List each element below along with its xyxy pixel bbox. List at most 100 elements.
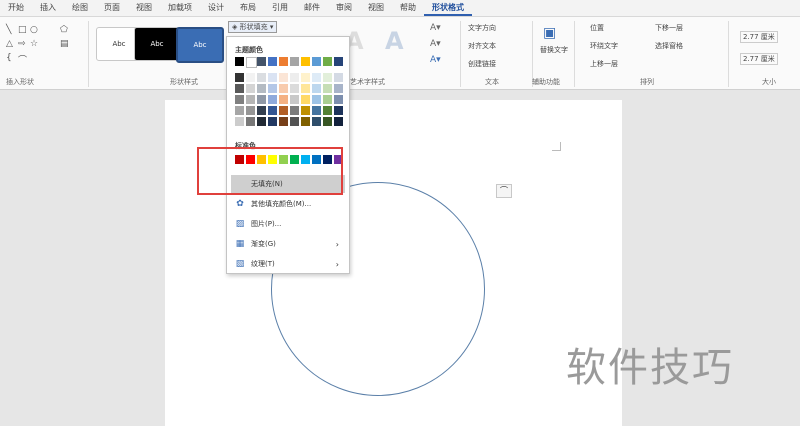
wordart-a-2[interactable]: A (385, 27, 404, 55)
theme-color-shade-swatch[interactable] (323, 73, 332, 82)
theme-color-swatch[interactable] (279, 57, 288, 66)
theme-color-shade-swatch[interactable] (268, 106, 277, 115)
wrap-text-button[interactable]: 环绕文字 (590, 41, 618, 51)
more-fill-colors-item[interactable]: ✿ 其他填充颜色(M)... (231, 195, 345, 213)
theme-color-shade-swatch[interactable] (235, 106, 244, 115)
shape-height-field[interactable]: 2.77 厘米 (740, 31, 778, 43)
theme-color-shade-swatch[interactable] (301, 106, 310, 115)
text-effects-icon[interactable]: A▾ (430, 55, 441, 65)
theme-color-shade-swatch[interactable] (301, 117, 310, 126)
tab-design[interactable]: 设计 (200, 0, 232, 16)
texture-fill-item[interactable]: ▧ 纹理(T) › (231, 255, 345, 273)
theme-color-shade-swatch[interactable] (279, 95, 288, 104)
shape-star-icon[interactable]: ☆ (30, 39, 38, 49)
theme-color-shade-swatch[interactable] (279, 106, 288, 115)
picture-fill-item[interactable]: ▨ 图片(P)... (231, 215, 345, 233)
theme-color-swatch[interactable] (334, 57, 343, 66)
tab-page[interactable]: 页面 (96, 0, 128, 16)
theme-color-swatch[interactable] (290, 57, 299, 66)
text-direction-button[interactable]: 文字方向 (468, 23, 496, 33)
theme-color-shade-swatch[interactable] (290, 117, 299, 126)
text-outline-icon[interactable]: A▾ (430, 39, 441, 49)
theme-color-shade-swatch[interactable] (334, 117, 343, 126)
shape-brace-icon[interactable]: { (6, 53, 12, 63)
theme-color-shade-swatch[interactable] (268, 95, 277, 104)
theme-color-shade-swatch[interactable] (334, 84, 343, 93)
theme-color-shade-swatch[interactable] (235, 73, 244, 82)
theme-color-shade-swatch[interactable] (257, 73, 266, 82)
text-fill-icon[interactable]: A▾ (430, 23, 441, 33)
shape-rect-icon[interactable]: □ (18, 25, 27, 35)
theme-color-swatch[interactable] (268, 57, 277, 66)
theme-color-shade-swatch[interactable] (312, 106, 321, 115)
theme-color-shade-swatch[interactable] (301, 84, 310, 93)
theme-color-shade-swatch[interactable] (279, 73, 288, 82)
shape-oval-icon[interactable]: ○ (30, 25, 38, 35)
tab-home[interactable]: 开始 (0, 0, 32, 16)
theme-color-shade-swatch[interactable] (290, 73, 299, 82)
theme-color-shade-swatch[interactable] (334, 73, 343, 82)
theme-color-shade-swatch[interactable] (312, 73, 321, 82)
shape-curve-icon[interactable]: ⌒ (18, 53, 27, 66)
shape-triangle-icon[interactable]: △ (6, 39, 13, 49)
shape-arrow-icon[interactable]: ⇨ (18, 39, 26, 49)
theme-color-shade-swatch[interactable] (290, 106, 299, 115)
send-backward-button[interactable]: 下移一层 (655, 23, 683, 33)
theme-color-shade-swatch[interactable] (301, 73, 310, 82)
theme-color-swatch[interactable] (312, 57, 321, 66)
create-link-button[interactable]: 创建链接 (468, 59, 496, 69)
theme-color-shade-swatch[interactable] (235, 95, 244, 104)
theme-color-shade-swatch[interactable] (235, 117, 244, 126)
theme-color-shade-swatch[interactable] (312, 117, 321, 126)
tab-view[interactable]: 视图 (128, 0, 160, 16)
theme-color-shade-swatch[interactable] (290, 84, 299, 93)
theme-color-shade-swatch[interactable] (257, 84, 266, 93)
theme-color-shade-swatch[interactable] (246, 95, 255, 104)
tab-references[interactable]: 引用 (264, 0, 296, 16)
theme-color-swatch[interactable] (323, 57, 332, 66)
theme-color-shade-swatch[interactable] (323, 95, 332, 104)
tab-insert[interactable]: 插入 (32, 0, 64, 16)
theme-color-shade-swatch[interactable] (268, 84, 277, 93)
position-button[interactable]: 位置 (590, 23, 604, 33)
theme-color-shade-swatch[interactable] (312, 84, 321, 93)
selection-pane-button[interactable]: 选择窗格 (655, 41, 683, 51)
shape-style-blue[interactable]: Abc (176, 27, 224, 63)
theme-color-shade-swatch[interactable] (257, 106, 266, 115)
shape-style-black[interactable]: Abc (134, 27, 180, 61)
theme-color-shade-swatch[interactable] (279, 117, 288, 126)
theme-color-shade-swatch[interactable] (323, 84, 332, 93)
theme-color-swatch[interactable] (246, 57, 257, 68)
theme-color-shade-swatch[interactable] (235, 84, 244, 93)
align-text-button[interactable]: 对齐文本 (468, 41, 496, 51)
textbox-icon[interactable]: ▤ (60, 39, 69, 49)
theme-color-shade-swatch[interactable] (257, 95, 266, 104)
theme-color-shade-swatch[interactable] (323, 117, 332, 126)
shape-line-icon[interactable]: ╲ (6, 25, 11, 35)
theme-color-swatch[interactable] (301, 57, 310, 66)
shape-width-field[interactable]: 2.77 厘米 (740, 53, 778, 65)
theme-color-swatch[interactable] (257, 57, 266, 66)
theme-color-shade-swatch[interactable] (323, 106, 332, 115)
theme-color-shade-swatch[interactable] (268, 117, 277, 126)
theme-color-shade-swatch[interactable] (290, 95, 299, 104)
tab-addins[interactable]: 加载项 (160, 0, 200, 16)
tab-draw[interactable]: 绘图 (64, 0, 96, 16)
tab-view-2[interactable]: 视图 (360, 0, 392, 16)
alt-text-button[interactable]: 替换文字 (540, 45, 568, 55)
theme-color-shade-swatch[interactable] (246, 106, 255, 115)
gradient-fill-item[interactable]: ▦ 渐变(G) › (231, 235, 345, 253)
edit-shape-icon[interactable]: ⬠ (60, 25, 68, 35)
theme-color-shade-swatch[interactable] (257, 117, 266, 126)
theme-color-swatch[interactable] (235, 57, 244, 66)
theme-color-shade-swatch[interactable] (334, 95, 343, 104)
tab-shape-format[interactable]: 形状格式 (424, 0, 472, 16)
theme-color-shade-swatch[interactable] (279, 84, 288, 93)
tab-help[interactable]: 帮助 (392, 0, 424, 16)
shape-fill-button[interactable]: ◈ 形状填充 ▾ (228, 21, 278, 33)
tab-layout[interactable]: 布局 (232, 0, 264, 16)
theme-color-shade-swatch[interactable] (268, 73, 277, 82)
bring-forward-button[interactable]: 上移一层 (590, 59, 618, 69)
theme-color-shade-swatch[interactable] (301, 95, 310, 104)
theme-color-shade-swatch[interactable] (246, 73, 255, 82)
